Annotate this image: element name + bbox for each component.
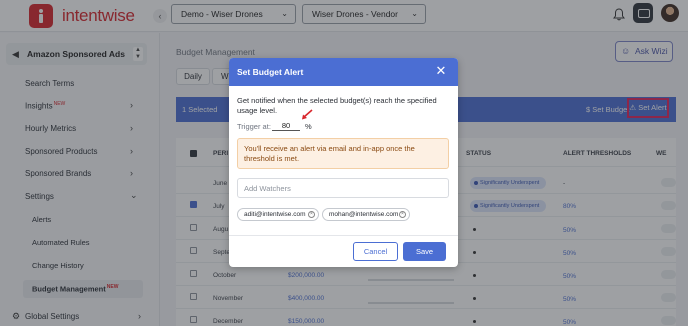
remove-chip-icon[interactable]: × xyxy=(399,211,406,218)
modal-header: Set Budget Alert ✕ xyxy=(229,58,458,86)
trigger-percent-input[interactable] xyxy=(272,120,300,131)
trigger-label: Trigger at: xyxy=(237,122,271,131)
add-watchers-input[interactable] xyxy=(237,178,449,198)
modal-description: Get notified when the selected budget(s)… xyxy=(237,96,437,115)
watcher-chip: mohan@intentwise.com × xyxy=(322,208,410,221)
watcher-chip: aditi@intentwise.com × xyxy=(237,208,319,221)
modal-title: Set Budget Alert xyxy=(237,67,304,77)
info-message: You'll receive an alert via email and in… xyxy=(237,138,449,169)
cancel-button[interactable]: Cancel xyxy=(353,242,398,261)
divider xyxy=(229,235,458,236)
remove-chip-icon[interactable]: × xyxy=(308,211,315,218)
set-budget-alert-modal: Set Budget Alert ✕ Get notified when the… xyxy=(229,58,458,267)
watcher-email: aditi@intentwise.com xyxy=(244,211,306,218)
watcher-email: mohan@intentwise.com xyxy=(329,211,399,218)
save-button[interactable]: Save xyxy=(403,242,446,261)
trigger-unit: % xyxy=(305,122,312,131)
arrow-icon xyxy=(302,109,313,120)
close-icon[interactable]: ✕ xyxy=(434,64,448,78)
